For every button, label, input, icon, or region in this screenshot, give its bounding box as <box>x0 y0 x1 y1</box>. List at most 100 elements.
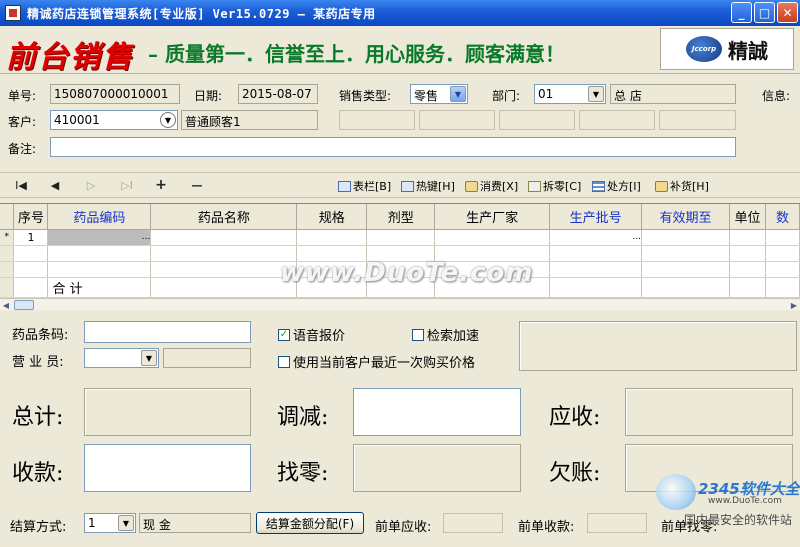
last-price-checkbox[interactable]: 使用当前客户最近一次购买价格 <box>278 352 475 371</box>
split-button-label: 拆零[C] <box>543 180 582 193</box>
checkbox-unchecked-icon <box>412 328 424 341</box>
prev-record-button[interactable]: ◀ <box>46 177 64 193</box>
close-button[interactable]: ✕ <box>777 2 798 23</box>
col-header-spec[interactable]: 规格 <box>296 204 368 230</box>
table-row-empty <box>0 245 800 262</box>
col-header-drug-code[interactable]: 药品编码 <box>47 204 152 230</box>
remark-label: 备注: <box>8 142 37 156</box>
order-no-field[interactable]: 150807000010001 <box>50 84 180 104</box>
delete-row-button[interactable]: — <box>188 177 206 193</box>
settle-method-select[interactable]: 1 ▼ <box>84 513 136 533</box>
prev-receivable-display <box>443 513 503 533</box>
settle-method-label: 结算方式: <box>10 520 67 535</box>
grid-toolbar: I◀ ◀ ▷ ▷I + — 表栏[B] 热键[H] 消费[X] 拆零[C] 处方… <box>0 172 800 198</box>
hotkeys-button[interactable]: 热键[H] <box>401 177 455 195</box>
receivable-display <box>625 388 793 436</box>
info-field-1 <box>339 110 415 130</box>
consumption-button-label: 消费[X] <box>480 180 519 193</box>
scroll-left-icon[interactable]: ◀ <box>0 299 12 311</box>
row-marker: * <box>0 229 15 246</box>
sale-type-select[interactable]: 零售 ▼ <box>410 84 468 104</box>
scroll-right-icon[interactable]: ▶ <box>788 299 800 311</box>
received-label: 收款: <box>12 461 64 486</box>
chevron-down-icon[interactable]: ▼ <box>450 86 466 102</box>
clerk-select[interactable]: ▼ <box>84 348 159 368</box>
split-button[interactable]: 拆零[C] <box>528 177 581 195</box>
maximize-button[interactable]: □ <box>754 2 775 23</box>
col-header-marker <box>0 204 15 230</box>
restock-button[interactable]: 补货[H] <box>655 177 709 195</box>
first-record-button[interactable]: I◀ <box>12 177 30 193</box>
customer-code-value: 410001 <box>54 113 100 127</box>
chevron-down-icon[interactable]: ▼ <box>160 112 176 128</box>
prev-received-label: 前单收款: <box>518 520 575 535</box>
col-header-dosage-form[interactable]: 剂型 <box>366 204 436 230</box>
next-record-button[interactable]: ▷ <box>82 177 100 193</box>
col-header-seq[interactable]: 序号 <box>13 204 49 230</box>
title-bar: 精诚药店连锁管理系统[专业版] Ver15.0729 — 某药店专用 _ □ ✕ <box>0 0 800 26</box>
chevron-down-icon[interactable]: ▼ <box>588 86 604 102</box>
voice-price-checkbox[interactable]: ✓ 语音报价 <box>278 325 345 344</box>
dosage-cell[interactable] <box>366 229 436 246</box>
last-record-button[interactable]: ▷I <box>118 177 136 193</box>
col-header-expiry[interactable]: 有效期至 <box>641 204 730 230</box>
list-icon <box>592 180 605 192</box>
qty-cell[interactable] <box>765 229 800 246</box>
col-header-qty[interactable]: 数 <box>765 204 800 230</box>
spec-cell[interactable] <box>296 229 368 246</box>
col-header-unit[interactable]: 单位 <box>729 204 766 230</box>
batch-cell[interactable]: ... <box>549 229 643 246</box>
sales-grid[interactable]: 序号 药品编码 药品名称 规格 剂型 生产厂家 生产批号 有效期至 单位 数 *… <box>0 203 800 298</box>
clerk-label: 营 业 员: <box>12 355 64 370</box>
manufacturer-cell[interactable] <box>434 229 551 246</box>
barcode-input[interactable] <box>84 321 251 343</box>
add-row-button[interactable]: + <box>152 177 170 193</box>
dept-label: 部门: <box>492 89 521 103</box>
info-field-5 <box>659 110 736 130</box>
dept-select[interactable]: 01 ▼ <box>534 84 606 104</box>
customer-code-select[interactable]: 410001 ▼ <box>50 110 178 130</box>
expiry-cell[interactable] <box>641 229 730 246</box>
last-price-label: 使用当前客户最近一次购买价格 <box>293 356 476 371</box>
window-title: 精诚药店连锁管理系统[专业版] Ver15.0729 — 某药店专用 <box>27 6 376 21</box>
app-icon[interactable] <box>5 5 21 21</box>
change-display <box>353 444 521 492</box>
col-header-drug-name[interactable]: 药品名称 <box>150 204 298 230</box>
scissor-icon <box>528 180 541 192</box>
restock-button-label: 补货[H] <box>670 180 709 193</box>
adjust-label: 调减: <box>277 405 329 430</box>
info-label: 信息: <box>762 89 791 103</box>
table-row[interactable]: * 1 ... ... <box>0 229 800 246</box>
col-header-manufacturer[interactable]: 生产厂家 <box>434 204 551 230</box>
checkbox-checked-icon: ✓ <box>278 328 290 341</box>
chevron-down-icon[interactable]: ▼ <box>141 350 157 366</box>
allocate-amount-button[interactable]: 结算金额分配(F) <box>256 512 364 534</box>
search-speed-checkbox[interactable]: 检索加速 <box>412 325 479 344</box>
remark-input[interactable] <box>50 137 736 157</box>
prescription-button[interactable]: 处方[I] <box>592 177 641 195</box>
info-panel <box>519 321 797 371</box>
unit-cell[interactable] <box>729 229 766 246</box>
prev-receivable-label: 前单应收: <box>375 520 432 535</box>
columns-button[interactable]: 表栏[B] <box>338 177 391 195</box>
chevron-down-icon[interactable]: ▼ <box>118 515 134 531</box>
keyboard-icon <box>401 180 414 192</box>
row-seq-cell[interactable]: 1 <box>13 229 49 246</box>
adjust-input[interactable] <box>353 388 521 436</box>
drug-name-cell[interactable] <box>150 229 298 246</box>
date-label: 日期: <box>194 89 223 103</box>
drug-code-cell[interactable]: ... <box>47 229 152 246</box>
table-row-empty <box>0 261 800 278</box>
search-speed-label: 检索加速 <box>427 329 480 344</box>
brand-logo-box: Jccorp 精誠 <box>660 28 794 70</box>
order-no-label: 单号: <box>8 89 37 103</box>
brand-name: 精誠 <box>728 38 768 63</box>
received-input[interactable] <box>84 444 251 492</box>
grid-horizontal-scrollbar[interactable]: ◀ ▶ <box>0 298 800 310</box>
consumption-button[interactable]: 消费[X] <box>465 177 518 195</box>
col-header-batch-no[interactable]: 生产批号 <box>549 204 643 230</box>
minimize-button[interactable]: _ <box>731 2 752 23</box>
date-field[interactable]: 2015-08-07 <box>238 84 318 104</box>
scroll-thumb[interactable] <box>14 300 34 310</box>
debt-display <box>625 444 793 492</box>
